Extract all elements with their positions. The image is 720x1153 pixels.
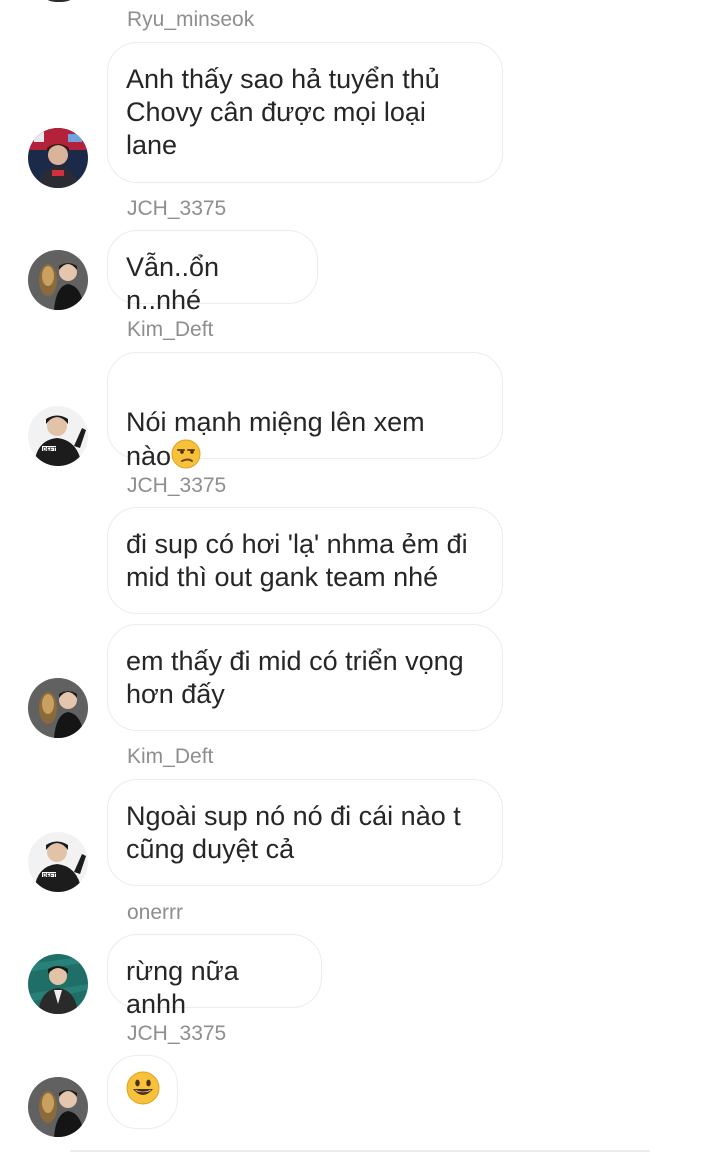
grinning-face-icon <box>126 1071 160 1113</box>
svg-text:DEFT: DEFT <box>43 873 56 879</box>
sender-name: Kim_Deft <box>127 745 214 768</box>
avatar-partial-top <box>38 0 80 2</box>
svg-text:DEFT: DEFT <box>43 447 56 453</box>
sender-name: JCH_3375 <box>127 474 227 497</box>
message-bubble[interactable]: em thấy đi mid có triển vọng hơn đấy <box>107 624 503 731</box>
ryu-minseok-avatar[interactable] <box>28 128 88 188</box>
message-bubble[interactable]: Vẫn..ổn n..nhé <box>107 230 318 315</box>
jch-avatar[interactable] <box>28 1077 88 1137</box>
unamused-face-icon <box>171 439 201 477</box>
sender-name: onerrr <box>127 901 184 924</box>
jch-avatar[interactable] <box>28 250 88 310</box>
message-bubble[interactable]: Nói mạnh miệng lên xem nào <box>107 352 503 471</box>
onerrr-avatar[interactable] <box>28 954 88 1014</box>
message-bubble[interactable] <box>107 1055 178 1129</box>
message-bubble[interactable]: đi sup có hơi 'lạ' nhma ẻm đi mid thì ou… <box>107 507 503 614</box>
sender-name: JCH_3375 <box>127 197 227 220</box>
sender-name: Kim_Deft <box>127 318 214 341</box>
message-bubble[interactable]: rừng nữa anhh <box>107 934 322 1019</box>
sender-name: Ryu_minseok <box>127 8 255 31</box>
jch-avatar[interactable] <box>28 678 88 738</box>
divider <box>70 1150 650 1152</box>
sender-name: JCH_3375 <box>127 1022 227 1045</box>
message-bubble[interactable]: Anh thấy sao hả tuyển thủ Chovy cân được… <box>107 42 503 183</box>
message-bubble[interactable]: Ngoài sup nó nó đi cái nào t cũng duyệt … <box>107 779 503 886</box>
kim-deft-avatar[interactable]: DEFT <box>28 406 88 466</box>
kim-deft-avatar[interactable]: DEFT <box>28 832 88 892</box>
